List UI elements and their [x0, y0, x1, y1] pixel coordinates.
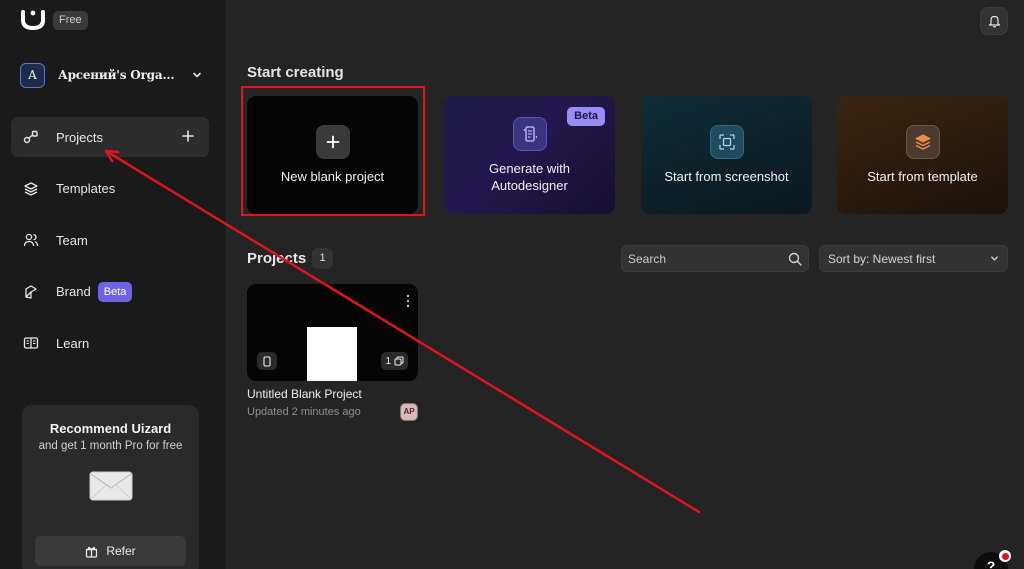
- gift-icon: [86, 546, 98, 558]
- refer-button[interactable]: Refer: [35, 536, 186, 566]
- card-label: Start from screenshot: [664, 169, 789, 184]
- template-icon: [905, 125, 940, 159]
- sidebar-item-team[interactable]: Team: [11, 220, 209, 260]
- sidebar-item-projects[interactable]: Projects: [11, 117, 209, 157]
- sidebar-item-label: Templates: [56, 181, 116, 196]
- screenshot-icon: [709, 125, 744, 159]
- start-creating-title: Start creating: [247, 64, 344, 81]
- bell-icon: [988, 15, 1000, 28]
- org-avatar: A: [20, 62, 45, 88]
- brand-icon: [23, 284, 39, 300]
- device-badge: [257, 352, 277, 370]
- projects-title: Projects: [247, 250, 307, 267]
- envelope-icon: [89, 471, 132, 501]
- projects-icon: [23, 129, 39, 145]
- sidebar-item-brand[interactable]: Brand Beta: [11, 272, 209, 312]
- sidebar-item-label: Projects: [56, 129, 103, 145]
- sidebar-item-label: Team: [56, 232, 88, 248]
- projects-count-badge: 1: [312, 248, 333, 269]
- pages-icon: [394, 356, 404, 366]
- autodesigner-card[interactable]: Beta Generate with Autodesigner: [444, 96, 615, 214]
- sidebar-item-learn[interactable]: Learn: [11, 323, 209, 363]
- project-thumbnail[interactable]: 1: [247, 284, 418, 381]
- notification-dot: [999, 550, 1011, 562]
- chevron-down-icon: [193, 72, 201, 78]
- project-updated: Updated 2 minutes ago: [247, 406, 361, 418]
- sort-dropdown[interactable]: Sort by: Newest first: [819, 245, 1008, 272]
- screenshot-card[interactable]: Start from screenshot: [641, 96, 812, 214]
- user-avatar: AP: [400, 403, 418, 421]
- sidebar: Free A Арсений's Orga... Projects Templa…: [0, 0, 227, 569]
- org-name: Арсений's Orga...: [58, 68, 175, 82]
- card-label: Start from template: [867, 169, 978, 184]
- page-count: 1: [385, 355, 391, 367]
- card-label: Generate with Autodesigner: [489, 160, 570, 193]
- mobile-device-icon: [263, 355, 271, 367]
- project-name[interactable]: Untitled Blank Project: [247, 387, 362, 401]
- page-count-badge: 1: [381, 352, 408, 370]
- team-icon: [23, 232, 39, 248]
- refer-label: Refer: [106, 544, 136, 558]
- sidebar-nav: Projects Templates Team Brand Beta Learn: [11, 117, 209, 375]
- layers-icon: [23, 181, 39, 197]
- recommend-card: Recommend Uizard and get 1 month Pro for…: [22, 405, 199, 569]
- sidebar-item-templates[interactable]: Templates: [11, 169, 209, 209]
- sort-label: Sort by: Newest first: [828, 251, 936, 266]
- add-project-icon[interactable]: [181, 129, 195, 143]
- beta-badge: Beta: [567, 107, 605, 126]
- sidebar-item-label: Brand: [56, 284, 91, 299]
- recommend-subtitle: and get 1 month Pro for free: [38, 440, 183, 452]
- beta-badge: Beta: [97, 281, 133, 302]
- search-input[interactable]: [628, 251, 788, 266]
- plan-badge: Free: [53, 11, 88, 30]
- annotation-highlight-box: [241, 86, 425, 216]
- search-box[interactable]: [621, 245, 809, 272]
- search-icon: [788, 252, 802, 266]
- autodesigner-icon: [512, 116, 547, 151]
- more-options-icon[interactable]: [406, 294, 410, 308]
- chevron-down-icon: [991, 256, 998, 261]
- uizard-logo-icon[interactable]: [20, 9, 46, 31]
- template-card[interactable]: Start from template: [837, 96, 1008, 214]
- notifications-button[interactable]: [980, 7, 1008, 35]
- org-switcher[interactable]: A Арсений's Orga...: [20, 62, 208, 88]
- project-preview-screen: [307, 327, 357, 381]
- book-icon: [23, 335, 39, 351]
- sidebar-item-label: Learn: [56, 335, 90, 351]
- recommend-title: Recommend Uizard: [49, 421, 172, 436]
